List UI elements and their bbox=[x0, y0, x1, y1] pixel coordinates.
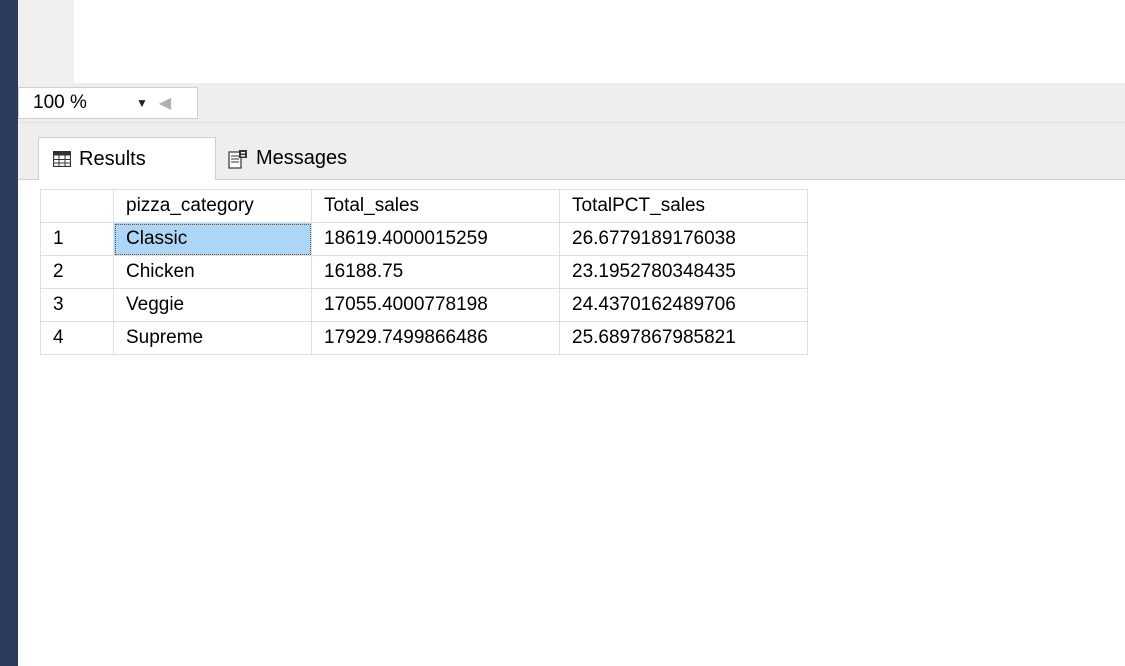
query-editor-area[interactable] bbox=[18, 0, 1125, 83]
left-sidebar-strip bbox=[0, 0, 18, 666]
table-row: 4 Supreme 17929.7499866486 25.6897867985… bbox=[40, 321, 808, 355]
table-cell[interactable]: 18619.4000015259 bbox=[311, 222, 560, 256]
zoom-value: 100 % bbox=[33, 92, 87, 113]
row-number[interactable]: 4 bbox=[40, 321, 114, 355]
grid-icon bbox=[53, 151, 71, 167]
zoom-toolbar: 100 % ▼ ◀ bbox=[18, 83, 1125, 123]
tab-results[interactable]: Results bbox=[38, 137, 216, 180]
column-header-total-sales[interactable]: Total_sales bbox=[311, 189, 560, 223]
results-tabs-bar: Results Messages bbox=[18, 123, 1125, 180]
table-cell[interactable]: 25.6897867985821 bbox=[559, 321, 808, 355]
row-number[interactable]: 3 bbox=[40, 288, 114, 322]
tab-results-label: Results bbox=[79, 147, 146, 170]
table-cell-selected[interactable]: Classic bbox=[113, 222, 312, 256]
row-number-header[interactable] bbox=[40, 189, 114, 223]
table-row: 3 Veggie 17055.4000778198 24.43701624897… bbox=[40, 288, 808, 322]
table-cell[interactable]: Chicken bbox=[113, 255, 312, 289]
tab-messages[interactable]: Messages bbox=[216, 137, 396, 180]
table-cell[interactable]: 23.1952780348435 bbox=[559, 255, 808, 289]
table-cell[interactable]: Supreme bbox=[113, 321, 312, 355]
messages-icon bbox=[228, 149, 248, 169]
table-cell[interactable]: 17929.7499866486 bbox=[311, 321, 560, 355]
table-row: 1 Classic 18619.4000015259 26.6779189176… bbox=[40, 222, 808, 256]
results-table: pizza_category Total_sales TotalPCT_sale… bbox=[40, 189, 808, 355]
scroll-left-icon[interactable]: ◀ bbox=[153, 93, 177, 113]
zoom-dropdown[interactable]: 100 % ▼ ◀ bbox=[18, 87, 198, 119]
results-grid: pizza_category Total_sales TotalPCT_sale… bbox=[18, 181, 1125, 666]
editor-margin bbox=[18, 0, 74, 83]
table-cell[interactable]: 16188.75 bbox=[311, 255, 560, 289]
table-cell[interactable]: 26.6779189176038 bbox=[559, 222, 808, 256]
table-cell[interactable]: 17055.4000778198 bbox=[311, 288, 560, 322]
column-header-pizza-category[interactable]: pizza_category bbox=[113, 189, 312, 223]
chevron-down-icon[interactable]: ▼ bbox=[131, 96, 153, 110]
row-number[interactable]: 1 bbox=[40, 222, 114, 256]
table-header-row: pizza_category Total_sales TotalPCT_sale… bbox=[40, 189, 808, 223]
table-row: 2 Chicken 16188.75 23.1952780348435 bbox=[40, 255, 808, 289]
tab-messages-label: Messages bbox=[256, 147, 348, 169]
column-header-totalpct-sales[interactable]: TotalPCT_sales bbox=[559, 189, 808, 223]
row-number[interactable]: 2 bbox=[40, 255, 114, 289]
table-cell[interactable]: Veggie bbox=[113, 288, 312, 322]
table-cell[interactable]: 24.4370162489706 bbox=[559, 288, 808, 322]
